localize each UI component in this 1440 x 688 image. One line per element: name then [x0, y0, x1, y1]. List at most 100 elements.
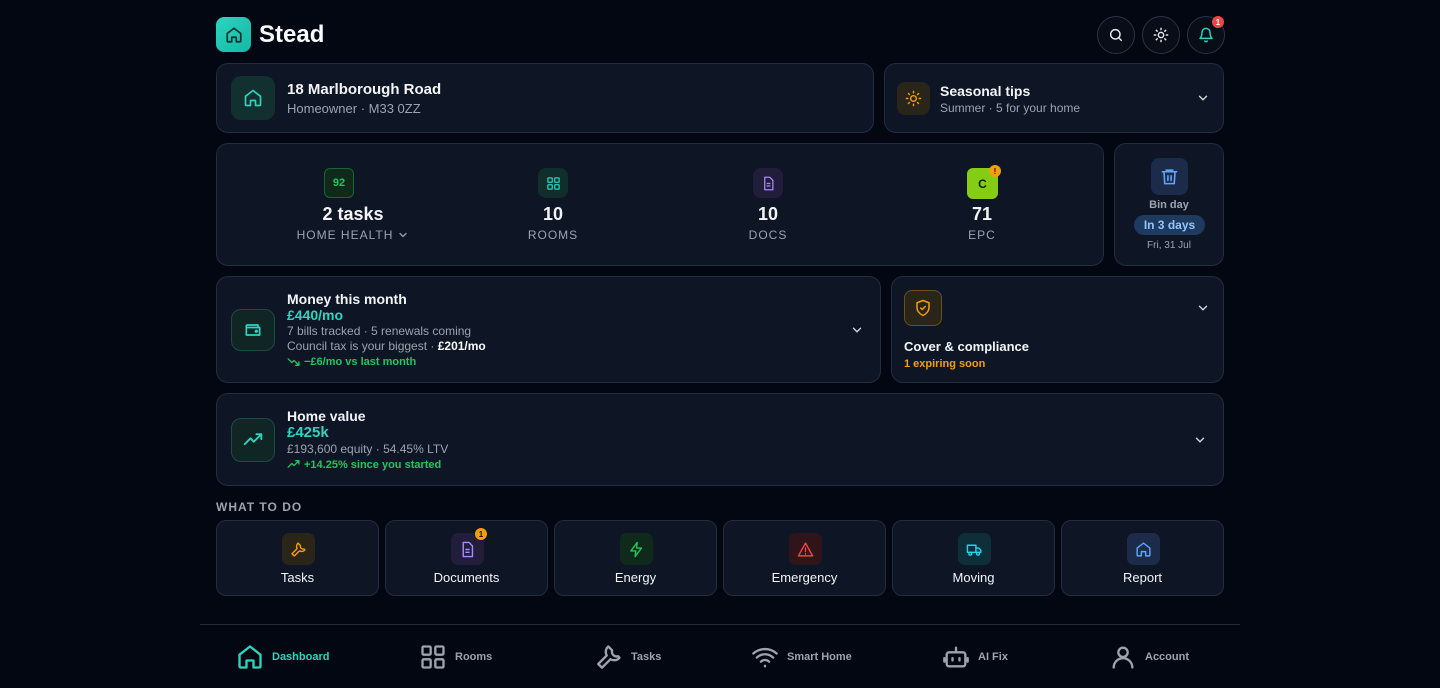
- nav-label: Dashboard: [272, 651, 330, 663]
- money-amount: £440/mo: [287, 307, 344, 323]
- rooms-label: ROOMS: [527, 228, 579, 242]
- trash-icon: [1161, 169, 1178, 185]
- stat-docs[interactable]: 10 DOCS: [708, 168, 828, 248]
- nav-rooms[interactable]: Rooms: [419, 642, 492, 672]
- epc-label: EPC: [968, 228, 996, 242]
- nav-tasks[interactable]: Tasks: [595, 642, 661, 672]
- property-address: 18 Marlborough Road: [287, 81, 442, 98]
- action-report[interactable]: Report: [1061, 520, 1224, 596]
- action-label: Moving: [952, 570, 995, 585]
- sun-icon: [1153, 27, 1169, 43]
- sun-icon: [905, 90, 922, 107]
- nav-label: AI Fix: [978, 651, 1008, 663]
- money-biggest-label: Council tax is your biggest ·: [287, 339, 438, 353]
- search-button[interactable]: [1097, 16, 1135, 54]
- cover-title: Cover & compliance: [904, 339, 1029, 354]
- nav-label: Rooms: [455, 651, 493, 663]
- nav-dashboard[interactable]: Dashboard: [236, 642, 329, 672]
- action-label: Energy: [614, 570, 657, 585]
- property-icon-box: [231, 76, 275, 120]
- bin-title: Bin day: [1149, 199, 1189, 211]
- rooms-value: 10: [542, 204, 564, 224]
- robot-icon: [943, 646, 969, 668]
- action-documents[interactable]: 1 Documents: [385, 520, 548, 596]
- bottom-nav-divider: [200, 624, 1240, 625]
- money-card[interactable]: Money this month £440/mo 7 bills tracked…: [216, 276, 881, 383]
- health-score-badge: 92: [324, 168, 354, 198]
- home-value-icon-box: [231, 418, 275, 462]
- bolt-icon: [630, 541, 643, 557]
- stat-epc[interactable]: C ! 71 EPC: [922, 165, 1042, 248]
- chevron-down-icon[interactable]: [1193, 433, 1207, 447]
- docs-icon-box: [753, 168, 783, 198]
- money-icon-box: [231, 309, 275, 351]
- wrench-icon: [597, 645, 621, 669]
- trend-down-icon: [287, 358, 300, 366]
- action-label: Report: [1122, 570, 1163, 585]
- cover-subtitle: 1 expiring soon: [904, 358, 986, 370]
- nav-label: Smart Home: [787, 651, 852, 663]
- house-icon: [1136, 541, 1151, 557]
- stat-rooms[interactable]: 10 ROOMS: [493, 168, 613, 248]
- bin-date: Fri, 31 Jul: [1147, 240, 1191, 251]
- chevron-down-icon[interactable]: [1196, 91, 1210, 105]
- search-icon: [1109, 28, 1123, 42]
- money-bills: 7 bills tracked · 5 renewals coming: [287, 324, 472, 338]
- action-energy[interactable]: Energy: [554, 520, 717, 596]
- stat-home-health[interactable]: 92 2 tasks HOME HEALTH: [263, 168, 443, 248]
- wrench-icon: [291, 541, 306, 557]
- home-value-equity: £193,600 equity · 54.45% LTV: [287, 442, 449, 456]
- seasonal-subtitle: Summer · 5 for your home: [940, 101, 1081, 115]
- app-logo[interactable]: [216, 17, 251, 52]
- trend-up-icon: [243, 433, 263, 446]
- nav-smart-home[interactable]: Smart Home: [751, 642, 852, 672]
- health-label: HOME HEALTH: [296, 228, 394, 242]
- docs-label: DOCS: [748, 228, 788, 242]
- warning-icon: [797, 541, 814, 557]
- bell-icon: [1199, 27, 1213, 43]
- action-label: Tasks: [280, 570, 315, 585]
- bin-pill: In 3 days: [1134, 215, 1205, 235]
- cover-card[interactable]: Cover & compliance 1 expiring soon: [891, 276, 1224, 383]
- chevron-down-icon[interactable]: [850, 323, 864, 337]
- seasonal-title: Seasonal tips: [940, 83, 1031, 99]
- what-to-do-heading: WHAT TO DO: [216, 500, 303, 514]
- bin-icon-box: [1151, 158, 1188, 195]
- seasonal-tips-card[interactable]: Seasonal tips Summer · 5 for your home: [884, 63, 1224, 133]
- action-tasks[interactable]: Tasks: [216, 520, 379, 596]
- cover-icon-box: [904, 290, 942, 326]
- health-value: 2 tasks: [322, 204, 384, 224]
- bin-day-card[interactable]: Bin day In 3 days Fri, 31 Jul: [1114, 143, 1224, 266]
- grid-icon: [546, 176, 560, 190]
- notification-badge: 1: [1212, 16, 1224, 28]
- seasonal-icon-box: [897, 82, 930, 115]
- house-icon: [244, 89, 262, 107]
- nav-label: Account: [1145, 651, 1189, 663]
- app-title: Stead: [259, 21, 325, 48]
- property-card[interactable]: 18 Marlborough Road Homeowner · M33 0ZZ: [216, 63, 874, 133]
- truck-icon: [966, 544, 982, 556]
- document-icon: [462, 541, 474, 557]
- action-label: Documents: [433, 570, 500, 585]
- chevron-down-icon[interactable]: [1196, 301, 1210, 315]
- epc-value: 71: [971, 204, 993, 224]
- money-title: Money this month: [287, 291, 407, 307]
- grid-icon: [421, 645, 445, 669]
- home-value-title: Home value: [287, 408, 366, 424]
- money-biggest-value: £201/mo: [437, 339, 486, 353]
- epc-alert-badge: !: [989, 165, 1001, 177]
- house-icon: [225, 26, 242, 43]
- action-emergency[interactable]: Emergency: [723, 520, 886, 596]
- user-icon: [1112, 646, 1134, 669]
- shield-check-icon: [916, 299, 930, 317]
- nav-ai-fix[interactable]: AI Fix: [942, 642, 1008, 672]
- wifi-icon: [752, 647, 778, 668]
- trend-up-icon: [287, 460, 300, 468]
- nav-account[interactable]: Account: [1109, 642, 1189, 672]
- document-icon: [763, 176, 773, 190]
- home-value-card[interactable]: Home value £425k £193,600 equity · 54.45…: [216, 393, 1224, 486]
- stats-card: 92 2 tasks HOME HEALTH 10 ROOMS 10 DOCS …: [216, 143, 1104, 266]
- action-moving[interactable]: Moving: [892, 520, 1055, 596]
- property-subtitle: Homeowner · M33 0ZZ: [287, 101, 421, 116]
- theme-toggle-button[interactable]: [1142, 16, 1180, 54]
